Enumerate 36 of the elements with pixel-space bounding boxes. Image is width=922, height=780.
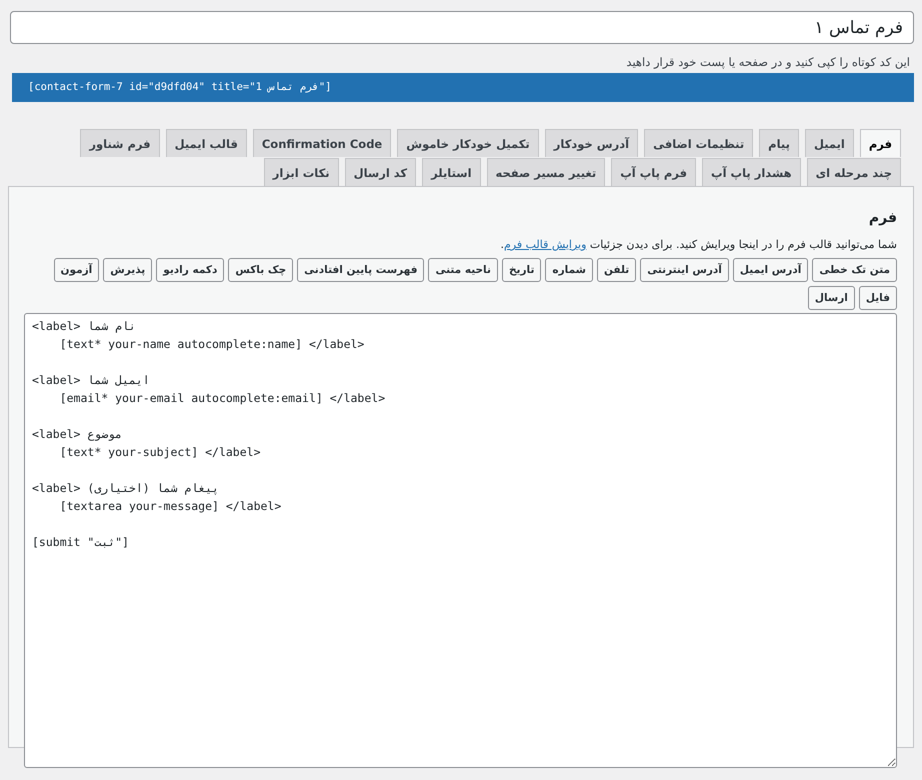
tag-generator-button[interactable]: فهرست پایین افتادنی bbox=[297, 258, 424, 282]
tag-generator-button[interactable]: آدرس اینترنتی bbox=[640, 258, 729, 282]
tag-generator-button[interactable]: چک باکس bbox=[228, 258, 294, 282]
edit-form-template-link[interactable]: ویرایش قالب فرم bbox=[504, 238, 586, 251]
tag-generator-button[interactable]: آدرس ایمیل bbox=[732, 258, 808, 282]
tab[interactable]: آدرس خودکار bbox=[544, 129, 638, 157]
tag-generator-button[interactable]: تلفن bbox=[596, 258, 636, 282]
tab[interactable]: قالب ایمیل bbox=[166, 129, 247, 157]
tag-generator-button[interactable]: ارسال bbox=[808, 286, 855, 310]
tag-generator-button[interactable]: متن تک خطی bbox=[812, 258, 897, 282]
tab[interactable]: تنظیمات اضافی bbox=[644, 129, 754, 157]
tab[interactable]: چند مرحله ای bbox=[806, 158, 901, 186]
tab[interactable]: تکمیل خودکار خاموش bbox=[397, 129, 539, 157]
tab[interactable]: تغییر مسیر صفحه bbox=[486, 158, 606, 186]
tag-generator-button[interactable]: آزمون bbox=[54, 258, 100, 282]
tag-generator-button[interactable]: شماره bbox=[545, 258, 593, 282]
tab[interactable]: استایلر bbox=[422, 158, 481, 186]
form-title-field[interactable]: فرم تماس ۱ bbox=[10, 11, 914, 44]
tag-generator-button[interactable]: تاریخ bbox=[502, 258, 542, 282]
tab[interactable]: فرم bbox=[860, 129, 901, 157]
tag-generator-button[interactable]: دکمه رادیو bbox=[156, 258, 224, 282]
tab[interactable]: کد ارسال bbox=[344, 158, 416, 186]
panel-description: شما می‌توانید قالب فرم را در اینجا ویرایش کنید. برای دیدن جزئیات ویرایش قالب فرم. bbox=[499, 238, 897, 251]
shortcode-bar: [contact-form-7 id="d9dfd04" title="فرم تماس 1"] bbox=[12, 73, 914, 102]
tab[interactable]: Confirmation Code bbox=[252, 129, 392, 157]
tab[interactable]: نکات ابزار bbox=[264, 158, 339, 186]
tag-generator-button[interactable]: ناحیه متنی bbox=[428, 258, 498, 282]
shortcode-help-text: این کد کوتاه را کپی کنید و در صفحه یا پست خود قرار داهید bbox=[625, 55, 910, 69]
panel-heading: فرم bbox=[868, 210, 897, 226]
tab[interactable]: فرم شناور bbox=[80, 129, 160, 157]
tab[interactable]: ایمیل bbox=[804, 129, 854, 157]
tag-generator-button[interactable]: پذیرش bbox=[103, 258, 152, 282]
tab[interactable]: فرم پاپ آپ bbox=[611, 158, 696, 186]
tab[interactable]: هشدار پاپ آپ bbox=[702, 158, 801, 186]
tab[interactable]: پیام bbox=[759, 129, 799, 157]
tag-generator-button[interactable]: فایل bbox=[858, 286, 897, 310]
